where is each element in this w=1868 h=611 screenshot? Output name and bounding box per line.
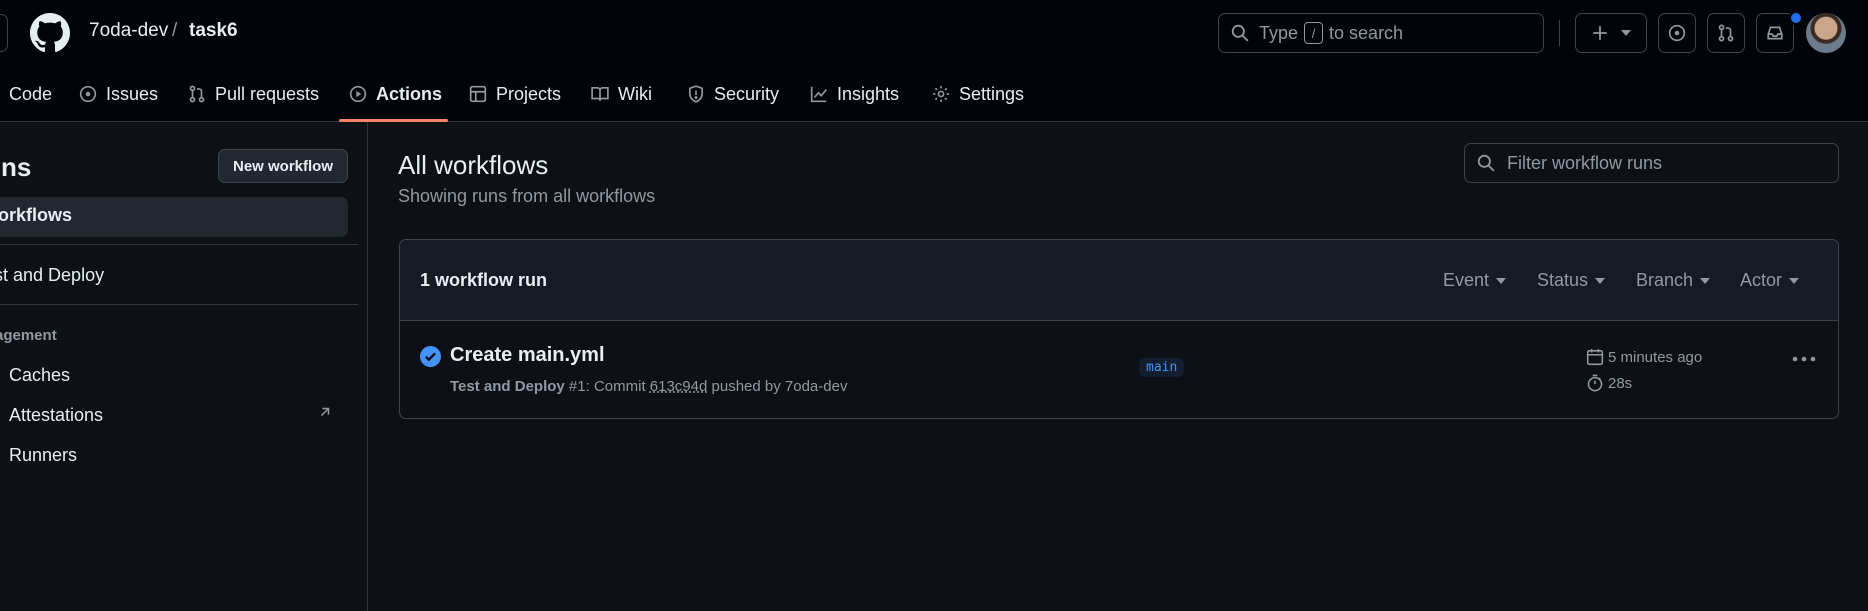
branch-filter-label: Branch xyxy=(1636,270,1694,290)
table-icon xyxy=(469,85,487,103)
github-logo-icon[interactable] xyxy=(30,13,70,53)
runs-list-header: 1 workflow run Event Status Branch Actor xyxy=(400,240,1838,321)
tab-insights-label: Insights xyxy=(837,83,900,104)
graph-icon xyxy=(810,85,828,103)
run-meta: Test and Deploy #1: Commit 613c94d pushe… xyxy=(450,378,847,395)
avatar[interactable] xyxy=(1806,13,1846,53)
tab-issues[interactable]: Issues xyxy=(79,80,158,108)
status-filter-dropdown[interactable]: Status xyxy=(1537,270,1606,291)
search-icon xyxy=(1231,24,1249,42)
stopwatch-icon xyxy=(1586,374,1608,392)
calendar-icon xyxy=(1586,348,1608,366)
run-number: #1 xyxy=(568,378,586,395)
run-commit-prefix: : Commit xyxy=(585,378,646,395)
tab-insights[interactable]: Insights xyxy=(810,80,899,108)
branch-filter-dropdown[interactable]: Branch xyxy=(1636,270,1711,291)
create-new-button[interactable] xyxy=(1575,13,1647,53)
inbox-icon xyxy=(1766,24,1784,42)
breadcrumb-separator: / xyxy=(172,20,178,41)
tab-pull-requests-label: Pull requests xyxy=(215,83,320,104)
triangle-down-icon xyxy=(1496,277,1507,284)
book-icon xyxy=(591,85,609,103)
plus-icon xyxy=(1591,24,1609,42)
search-input[interactable]: Type / to search xyxy=(1218,13,1544,53)
sidebar-item-caches[interactable]: Caches xyxy=(9,365,70,386)
workflow-runs-list: 1 workflow run Event Status Branch Actor… xyxy=(399,239,1839,419)
run-title-link[interactable]: Create main.yml xyxy=(450,344,605,367)
run-duration-text: 28s xyxy=(1608,374,1633,392)
kebab-menu-icon[interactable] xyxy=(1792,356,1816,362)
branch-tag[interactable]: main xyxy=(1139,358,1185,377)
play-icon xyxy=(349,85,367,103)
sidebar-divider xyxy=(0,244,358,245)
tab-projects-label: Projects xyxy=(496,83,562,104)
sidebar-divider xyxy=(0,304,358,305)
sidebar-item-runners[interactable]: Runners xyxy=(9,445,77,466)
actor-filter-label: Actor xyxy=(1740,270,1783,290)
sidebar-item-attestations[interactable]: Attestations xyxy=(9,405,103,426)
event-filter-dropdown[interactable]: Event xyxy=(1443,270,1507,291)
tab-issues-label: Issues xyxy=(106,83,159,104)
issue-icon xyxy=(79,85,97,103)
triangle-down-icon xyxy=(1621,30,1631,36)
menu-button[interactable] xyxy=(0,14,8,52)
arrow-up-right-icon xyxy=(318,405,332,419)
event-filter-label: Event xyxy=(1443,270,1490,290)
run-duration: 28s xyxy=(1586,374,1632,392)
pull-request-icon xyxy=(188,85,206,103)
triangle-down-icon xyxy=(1789,277,1800,284)
search-shortcut-key: / xyxy=(1304,22,1324,44)
success-check-icon xyxy=(420,346,441,367)
filter-placeholder: Filter workflow runs xyxy=(1507,152,1663,173)
repo-link[interactable]: task6 xyxy=(189,20,238,42)
tab-actions-label: Actions xyxy=(376,83,443,104)
commit-sha-link[interactable]: 613c94d xyxy=(650,378,708,395)
triangle-down-icon xyxy=(1700,277,1711,284)
tab-settings[interactable]: Settings xyxy=(932,80,1024,108)
sidebar-section-heading: Management xyxy=(0,327,57,344)
status-filter-label: Status xyxy=(1537,270,1589,290)
tab-security[interactable]: Security xyxy=(687,80,779,108)
app-header: 7oda-dev / task6 Type / to search Code I… xyxy=(0,0,1868,122)
sidebar-item-all-workflows-label: All workflows xyxy=(0,205,73,225)
runs-count: 1 workflow run xyxy=(420,270,548,290)
search-suffix: to search xyxy=(1329,22,1404,43)
tab-actions[interactable]: Actions xyxy=(349,80,442,108)
notification-dot xyxy=(1789,11,1803,25)
shield-icon xyxy=(687,85,705,103)
page-subtitle: Showing runs from all workflows xyxy=(398,186,656,206)
tab-projects[interactable]: Projects xyxy=(469,80,561,108)
run-workflow-name: Test and Deploy xyxy=(450,378,565,395)
tab-code-label: Code xyxy=(9,83,53,104)
issues-button[interactable] xyxy=(1658,13,1696,53)
tab-settings-label: Settings xyxy=(959,83,1025,104)
sidebar-title: Actions xyxy=(0,152,32,182)
actor-filter-dropdown[interactable]: Actor xyxy=(1740,270,1800,291)
search-prefix: Type xyxy=(1259,22,1299,43)
pull-request-icon xyxy=(1717,24,1735,42)
new-workflow-button[interactable]: New workflow xyxy=(218,149,348,183)
pull-requests-button[interactable] xyxy=(1707,13,1745,53)
actions-sidebar: Actions New workflow All workflows Test … xyxy=(0,122,368,611)
tab-wiki-label: Wiki xyxy=(618,83,652,104)
run-time-ago: 5 minutes ago xyxy=(1586,348,1702,366)
tab-pull-requests[interactable]: Pull requests xyxy=(188,80,319,108)
owner-link[interactable]: 7oda-dev xyxy=(89,20,168,42)
gear-icon xyxy=(932,85,950,103)
page-title: All workflows xyxy=(398,150,549,180)
filter-runs-input[interactable]: Filter workflow runs xyxy=(1464,143,1839,183)
sidebar-item-workflow[interactable]: Test and Deploy xyxy=(0,265,104,286)
run-time-ago-text: 5 minutes ago xyxy=(1608,348,1703,366)
tab-wiki[interactable]: Wiki xyxy=(591,80,652,108)
search-icon xyxy=(1477,154,1495,172)
tab-security-label: Security xyxy=(714,83,780,104)
issue-icon xyxy=(1668,24,1686,42)
tab-code[interactable]: Code xyxy=(9,80,52,108)
run-pushed-by: pushed by 7oda-dev xyxy=(711,378,848,395)
header-divider xyxy=(1559,20,1560,46)
triangle-down-icon xyxy=(1595,277,1606,284)
